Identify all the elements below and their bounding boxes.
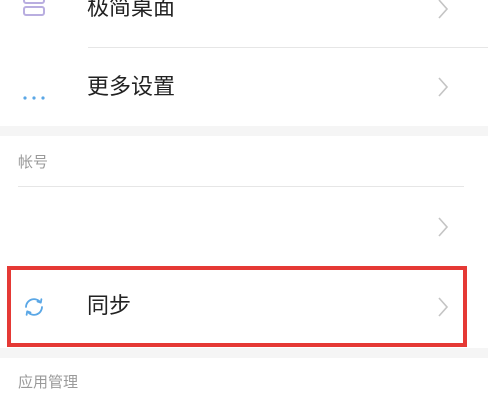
section-header-account: 帐号	[0, 136, 488, 186]
settings-item-sync[interactable]: 同步	[0, 266, 488, 348]
chevron-right-icon	[437, 216, 449, 238]
section-header-app-management: 应用管理	[0, 358, 488, 398]
sync-icon	[22, 295, 46, 319]
section-gap	[0, 348, 488, 358]
section-title: 帐号	[18, 153, 49, 171]
chevron-right-icon	[437, 296, 449, 318]
section-title: 应用管理	[18, 373, 79, 391]
sync-label: 同步	[87, 294, 132, 319]
account-item[interactable]	[0, 187, 488, 265]
settings-item-more-settings[interactable]: 更多设置	[0, 48, 488, 126]
section-gap	[0, 126, 488, 136]
settings-item-minimal-desktop[interactable]: 极简桌面	[0, 0, 488, 47]
chevron-right-icon	[437, 76, 449, 98]
more-dots-icon	[23, 85, 45, 100]
chevron-right-icon	[437, 0, 449, 20]
minimal-desktop-icon	[23, 0, 45, 16]
settings-item-label: 极简桌面	[87, 0, 176, 21]
settings-item-label: 更多设置	[87, 75, 176, 100]
